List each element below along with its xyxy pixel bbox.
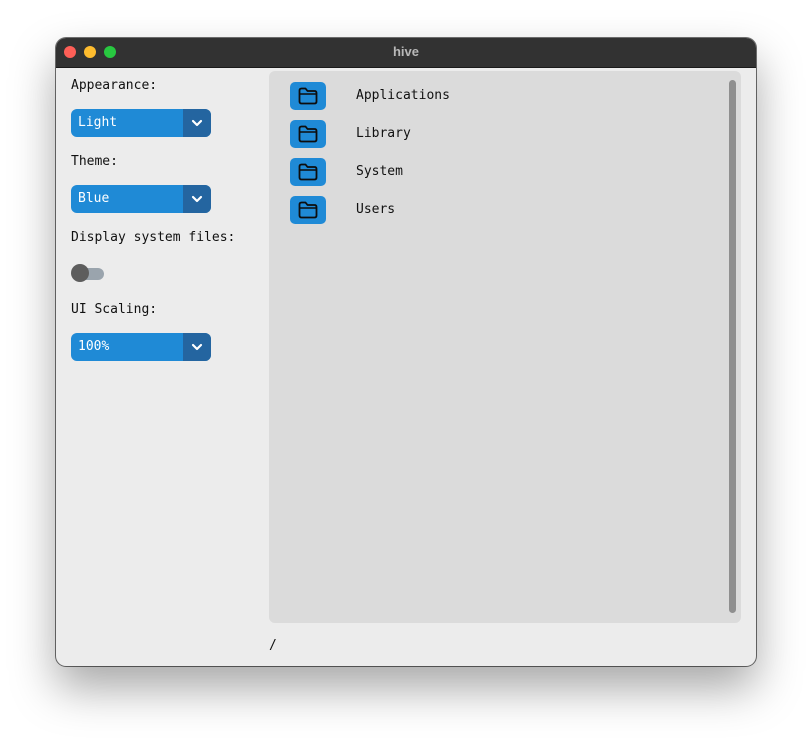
file-name: Library (356, 126, 411, 141)
file-row-library[interactable]: Library (290, 120, 710, 148)
appearance-label: Appearance: (71, 78, 158, 93)
file-browser[interactable]: Applications Library System Users (269, 71, 741, 623)
theme-dropdown-arrow[interactable] (183, 185, 211, 213)
appearance-dropdown[interactable]: Light (71, 109, 211, 137)
chevron-down-icon (191, 343, 203, 351)
folder-icon (298, 125, 318, 143)
title-bar[interactable]: hive (56, 38, 756, 68)
ui-scaling-dropdown[interactable]: 100% (71, 333, 211, 361)
theme-value: Blue (78, 191, 110, 206)
ui-scaling-dropdown-arrow[interactable] (183, 333, 211, 361)
folder-button[interactable] (290, 158, 326, 186)
ui-scaling-label: UI Scaling: (71, 302, 158, 317)
ui-scaling-value: 100% (78, 339, 110, 354)
folder-button[interactable] (290, 82, 326, 110)
folder-button[interactable] (290, 196, 326, 224)
file-row-system[interactable]: System (290, 158, 710, 186)
file-name: System (356, 164, 403, 179)
appearance-dropdown-arrow[interactable] (183, 109, 211, 137)
file-row-applications[interactable]: Applications (290, 82, 710, 110)
app-window: hive Appearance: Light Theme: Blue Displ… (56, 38, 756, 666)
file-name: Applications (356, 88, 450, 103)
folder-button[interactable] (290, 120, 326, 148)
system-files-label: Display system files: (71, 230, 236, 245)
current-path: / (269, 638, 277, 653)
system-files-toggle[interactable] (71, 264, 105, 282)
toggle-knob (71, 264, 89, 282)
theme-dropdown[interactable]: Blue (71, 185, 211, 213)
file-name: Users (356, 202, 396, 217)
chevron-down-icon (191, 195, 203, 203)
chevron-down-icon (191, 119, 203, 127)
folder-icon (298, 87, 318, 105)
appearance-value: Light (78, 115, 118, 130)
vertical-scrollbar[interactable] (729, 80, 736, 613)
file-row-users[interactable]: Users (290, 196, 710, 224)
theme-label: Theme: (71, 154, 118, 169)
folder-icon (298, 201, 318, 219)
window-title: hive (392, 44, 419, 59)
folder-icon (298, 163, 318, 181)
